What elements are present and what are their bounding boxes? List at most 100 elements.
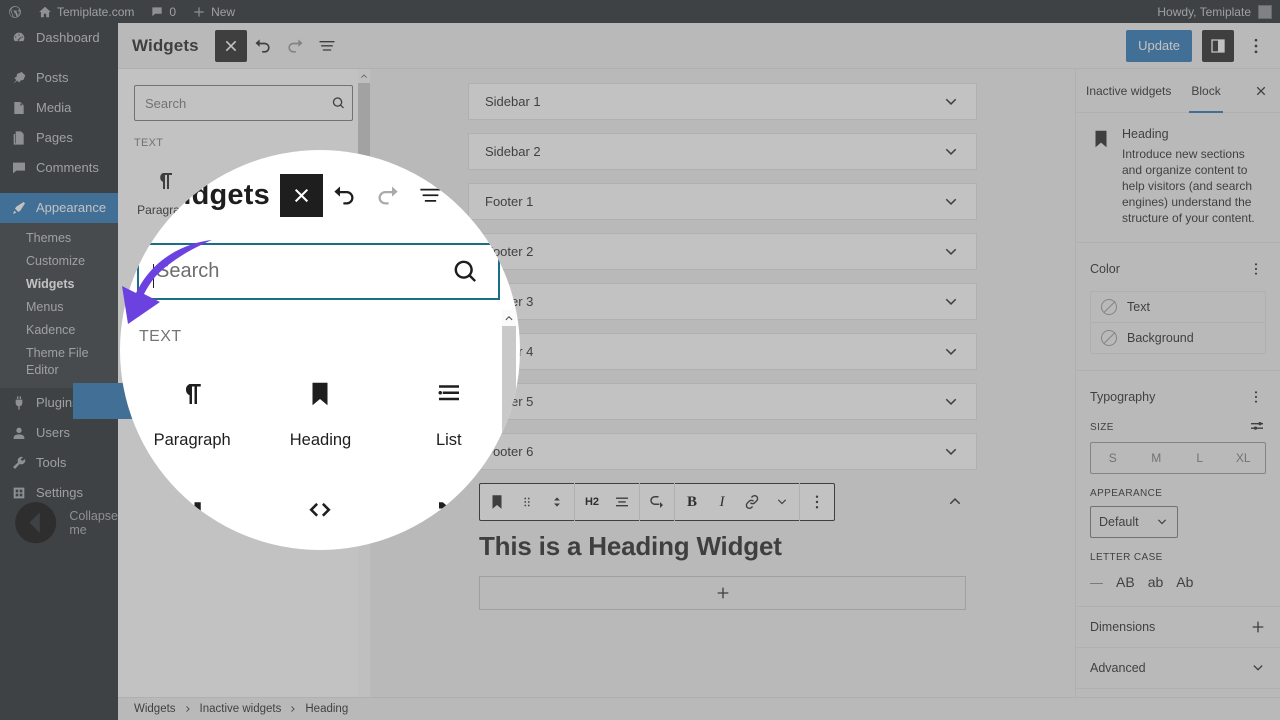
sidebar-item-comments[interactable]: Comments [0,153,118,183]
dimensions-panel[interactable]: Dimensions [1076,607,1280,648]
color-options-button[interactable] [1246,257,1266,281]
editor-options-button[interactable] [1240,30,1272,62]
magnified-block-paragraph[interactable]: Paragraph [128,365,256,474]
comments-count: 0 [169,4,177,19]
sidebar-item-appearance[interactable]: Appearance [0,193,118,223]
widget-area-footer-2[interactable]: Footer 2 [468,233,977,270]
magnifier-zoom-circle: Widgets Search TEXT Paragraph Heading Li… [120,150,520,550]
scroll-up-arrow[interactable] [358,69,370,83]
close-sidebar-button[interactable] [1246,76,1276,106]
magnified-block-details[interactable]: Details [385,474,513,550]
typography-panel-header: Typography [1090,385,1266,409]
sidebar-item-label: Comments [36,160,99,175]
magnified-block-quote[interactable]: Quote [128,474,256,550]
block-options-button[interactable] [802,484,832,520]
block-appender-button[interactable] [479,576,966,610]
magnified-undo-button[interactable] [323,174,366,217]
block-movers-button[interactable] [542,484,572,520]
sidebar-item-tools[interactable]: Tools [0,448,118,478]
magnified-redo-button[interactable] [366,174,409,217]
letter-case-lowercase[interactable]: ab [1148,574,1164,590]
redo-button[interactable] [279,30,311,62]
widget-area-footer-3[interactable]: Footer 3 [468,283,977,320]
wp-logo-menu[interactable] [0,0,30,23]
widget-area-sidebar-2[interactable]: Sidebar 2 [468,133,977,170]
submenu-item-theme-file-editor[interactable]: Theme File Editor [0,342,118,382]
site-name-menu[interactable]: Temiplate.com [30,0,142,23]
transform-button[interactable] [642,484,672,520]
new-content-menu[interactable]: New [184,0,243,23]
update-button[interactable]: Update [1126,29,1192,62]
sidebar-item-posts[interactable]: Posts [0,63,118,93]
appearance-value: Default [1099,515,1139,529]
sidebar-item-dashboard[interactable]: Dashboard [0,23,118,53]
magnified-page-title: Widgets [156,178,270,211]
widget-area-footer-4[interactable]: Footer 4 [468,333,977,370]
typography-options-button[interactable] [1246,385,1266,409]
block-card-inner: Heading Introduce new sections and organ… [1090,127,1266,226]
magnified-block-heading[interactable]: Heading [256,365,384,474]
breadcrumb-item-heading[interactable]: Heading [305,703,348,715]
more-rich-text-button[interactable] [767,484,797,520]
sidebar-item-label: Posts [36,70,69,85]
magnified-scrollbar-thumb[interactable] [502,326,516,550]
breadcrumb-item-inactive-widgets[interactable]: Inactive widgets [200,703,282,715]
list-view-button[interactable] [311,30,343,62]
settings-panel-toggle[interactable] [1202,29,1234,62]
letter-case-capitalize[interactable]: Ab [1176,574,1193,590]
color-option-text[interactable]: Text [1091,292,1265,322]
size-option-m[interactable]: M [1135,443,1179,473]
chevron-down-icon [777,499,787,505]
magnified-list-view-button[interactable] [409,174,452,217]
heading-bookmark-icon [1095,130,1107,148]
account-menu[interactable]: Howdy, Temiplate [1157,4,1280,19]
size-toggle-button[interactable] [1248,417,1266,438]
typography-panel: Typography SIZE S M L XL APPEARANCE Defa… [1076,371,1280,607]
size-option-s[interactable]: S [1091,443,1135,473]
letter-case-none[interactable]: — [1090,575,1103,590]
chevron-down-icon [945,248,957,255]
bold-button[interactable]: B [677,484,707,520]
appearance-select[interactable]: Default [1090,506,1178,538]
quote-icon [183,502,201,518]
magnified-scroll-up-arrow[interactable] [502,310,516,326]
undo-arrow-icon [334,186,354,204]
magnified-close-inserter-button[interactable] [279,173,323,217]
avatar [1258,4,1272,19]
sidebar-item-pages[interactable]: Pages [0,123,118,153]
heading-level-button[interactable]: H2 [577,484,607,520]
font-size-segmented-control[interactable]: S M L XL [1090,442,1266,474]
widget-area-footer-6[interactable]: Footer 6 [468,433,977,470]
breadcrumb-item-widgets[interactable]: Widgets [134,703,176,715]
magnified-block-list[interactable]: List [385,365,513,474]
link-button[interactable] [737,484,767,520]
sidebar-item-media[interactable]: Media [0,93,118,123]
widget-area-sidebar-1[interactable]: Sidebar 1 [468,83,977,120]
comments-menu[interactable]: 0 [142,0,184,23]
letter-case-uppercase[interactable]: AB [1116,574,1135,590]
widget-area-footer-1[interactable]: Footer 1 [468,183,977,220]
comment-bubble-icon [152,6,163,16]
size-option-l[interactable]: L [1178,443,1222,473]
tab-inactive-widgets[interactable]: Inactive widgets [1076,69,1181,113]
search-field[interactable] [134,85,353,121]
search-input[interactable] [135,95,331,111]
chevron-down-icon [1157,519,1167,525]
magnified-scrollbar[interactable] [502,310,516,550]
collapse-menu-button[interactable]: Collapse me [0,502,118,544]
align-text-button[interactable] [607,484,637,520]
collapse-widget-area-button[interactable] [941,487,969,515]
advanced-panel[interactable]: Advanced [1076,648,1280,689]
drag-handle-icon [524,497,530,507]
tab-block[interactable]: Block [1181,69,1230,113]
chevron-down-icon [945,298,957,305]
sidebar-item-users[interactable]: Users [0,418,118,448]
undo-button[interactable] [247,30,279,62]
italic-button[interactable]: I [707,484,737,520]
breadcrumb: Widgets Inactive widgets Heading [118,697,1280,720]
size-option-xl[interactable]: XL [1222,443,1266,473]
color-option-background[interactable]: Background [1091,322,1265,353]
widget-area-footer-5[interactable]: Footer 5 [468,383,977,420]
magnified-block-code[interactable]: Code [256,474,384,550]
close-inserter-button[interactable] [214,29,247,62]
